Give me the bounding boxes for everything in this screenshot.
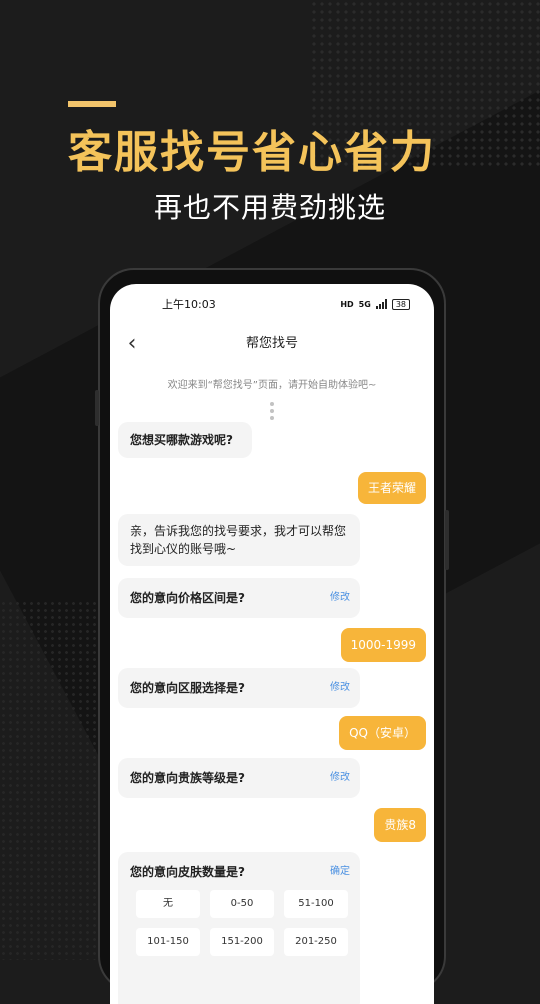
status-icons: HD 5G 38	[340, 298, 410, 310]
skin-option[interactable]: 0-50	[210, 890, 274, 918]
phone-screen: 上午10:03 HD 5G 38 ‹ 帮您找号 欢迎来到“帮您找号”页面，请开始…	[110, 284, 434, 1004]
bot-question-text: 您的意向皮肤数量是?	[130, 865, 245, 879]
promo-title: 客服找号省心省力	[68, 127, 436, 178]
welcome-message: 欢迎来到“帮您找号”页面，请开始自助体验吧~	[167, 380, 377, 391]
user-answer-game: 王者荣耀	[357, 472, 426, 504]
edit-server-link[interactable]: 修改	[330, 668, 350, 708]
status-time: 上午10:03	[162, 298, 216, 311]
user-answer-server: QQ（安卓）	[339, 716, 426, 750]
hd-icon: HD	[340, 299, 354, 309]
bot-question-text: 您的意向区服选择是?	[130, 681, 245, 695]
network-label: 5G	[358, 299, 371, 309]
nav-bar: ‹ 帮您找号	[110, 324, 434, 364]
confirm-link[interactable]: 确定	[330, 852, 350, 892]
phone-power-button	[445, 510, 449, 570]
signal-icon	[375, 299, 387, 309]
bot-question-game: 您想买哪款游戏呢?	[118, 422, 252, 458]
page-title: 帮您找号	[245, 336, 298, 351]
skin-option[interactable]: 201-250	[284, 928, 348, 956]
edit-noble-link[interactable]: 修改	[330, 758, 350, 798]
background-dot-pattern-left	[0, 600, 110, 960]
status-bar: 上午10:03 HD 5G 38	[110, 284, 434, 324]
skin-option[interactable]: 51-100	[284, 890, 348, 918]
promo-subtitle: 再也不用费劲挑选	[153, 191, 386, 224]
user-answer-noble: 贵族8	[374, 808, 426, 842]
skin-option[interactable]: 101-150	[136, 928, 200, 956]
battery-icon: 38	[391, 298, 410, 310]
skin-option[interactable]: 无	[136, 890, 200, 918]
user-answer-price: 1000-1999	[340, 628, 426, 662]
bot-question-text: 您想买哪款游戏呢?	[130, 433, 233, 447]
bot-question-price: 您的意向价格区间是? 修改	[118, 578, 360, 618]
bot-question-text: 您的意向贵族等级是?	[130, 771, 245, 785]
bot-question-server: 您的意向区服选择是? 修改	[118, 668, 360, 708]
bot-question-skins: 您的意向皮肤数量是? 确定 无 0-50 51-100 101-150 151-…	[118, 852, 360, 1004]
phone-frame: 上午10:03 HD 5G 38 ‹ 帮您找号 欢迎来到“帮您找号”页面，请开始…	[95, 268, 449, 1004]
skin-options-grid: 无 0-50 51-100 101-150 151-200 201-250	[136, 890, 352, 956]
skin-option[interactable]: 151-200	[210, 928, 274, 956]
edit-price-link[interactable]: 修改	[330, 578, 350, 618]
more-dots-icon[interactable]	[268, 402, 276, 420]
bot-intro-message: 亲，告诉我您的找号要求，我才可以帮您找到心仪的账号哦~	[118, 514, 360, 566]
phone-side-button	[95, 390, 99, 426]
bot-question-text: 您的意向价格区间是?	[130, 591, 245, 605]
accent-dash	[68, 101, 116, 107]
bot-question-noble: 您的意向贵族等级是? 修改	[118, 758, 360, 798]
